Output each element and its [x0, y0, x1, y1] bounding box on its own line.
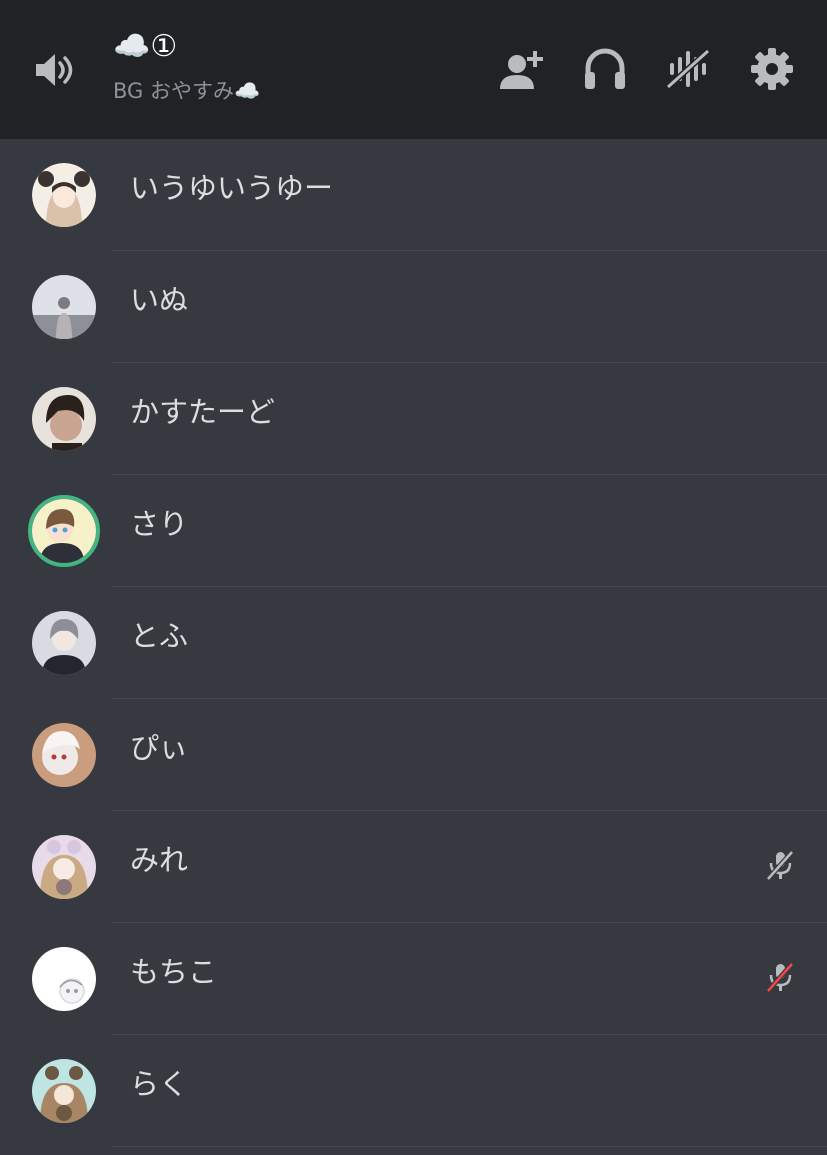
member-row[interactable]: かすたーど: [0, 363, 827, 475]
member-row[interactable]: いぬ: [0, 251, 827, 363]
divider: [112, 1146, 827, 1147]
settings-button[interactable]: [747, 44, 797, 94]
channel-title: ☁️①: [113, 29, 178, 64]
member-name: かすたーど: [130, 395, 276, 429]
server-muted-mic-icon: [766, 962, 794, 993]
member-name: もちこ: [130, 955, 218, 989]
member-row[interactable]: とふ: [0, 587, 827, 699]
avatar: [32, 387, 96, 451]
avatar: [28, 495, 100, 567]
member-row[interactable]: もちこ: [0, 923, 827, 1035]
channel-status: BG おやすみ☁️: [113, 79, 261, 103]
member-name: らく: [130, 1067, 189, 1101]
gear-icon: [751, 48, 793, 90]
avatar: [32, 723, 96, 787]
member-row[interactable]: みれ: [0, 811, 827, 923]
member-row[interactable]: らく: [0, 1035, 827, 1147]
member-row[interactable]: さり: [0, 475, 827, 587]
add-user-icon: [500, 51, 543, 89]
member-row[interactable]: いうゆいうゆー: [0, 139, 827, 251]
add-user-button[interactable]: [497, 44, 547, 94]
avatar: [32, 163, 96, 227]
channel-info: ☁️① BG おやすみ☁️: [113, 28, 260, 106]
member-name: ぴぃ: [130, 731, 189, 765]
avatar: [32, 611, 96, 675]
member-name: いうゆいうゆー: [130, 171, 334, 205]
avatar: [32, 1059, 96, 1123]
member-name: いぬ: [130, 283, 189, 317]
member-name: とふ: [130, 619, 189, 653]
deafen-button[interactable]: [580, 44, 630, 94]
avatar: [32, 275, 96, 339]
headphones-icon: [585, 48, 625, 89]
voice-activity-button[interactable]: [663, 44, 713, 94]
speaker-icon[interactable]: [34, 50, 76, 90]
member-name: さり: [130, 507, 189, 541]
member-row[interactable]: ぴぃ: [0, 699, 827, 811]
member-name: みれ: [130, 843, 189, 877]
voice-activity-icon: [665, 49, 711, 89]
avatar: [32, 835, 96, 899]
muted-mic-icon: [766, 850, 794, 881]
voice-channel-header: ☁️① BG おやすみ☁️: [0, 0, 827, 139]
voice-member-list: いうゆいうゆー いぬ かすたーど さり とふ ぴぃ みれ もちこ らく: [0, 139, 827, 1147]
avatar: [32, 947, 96, 1011]
